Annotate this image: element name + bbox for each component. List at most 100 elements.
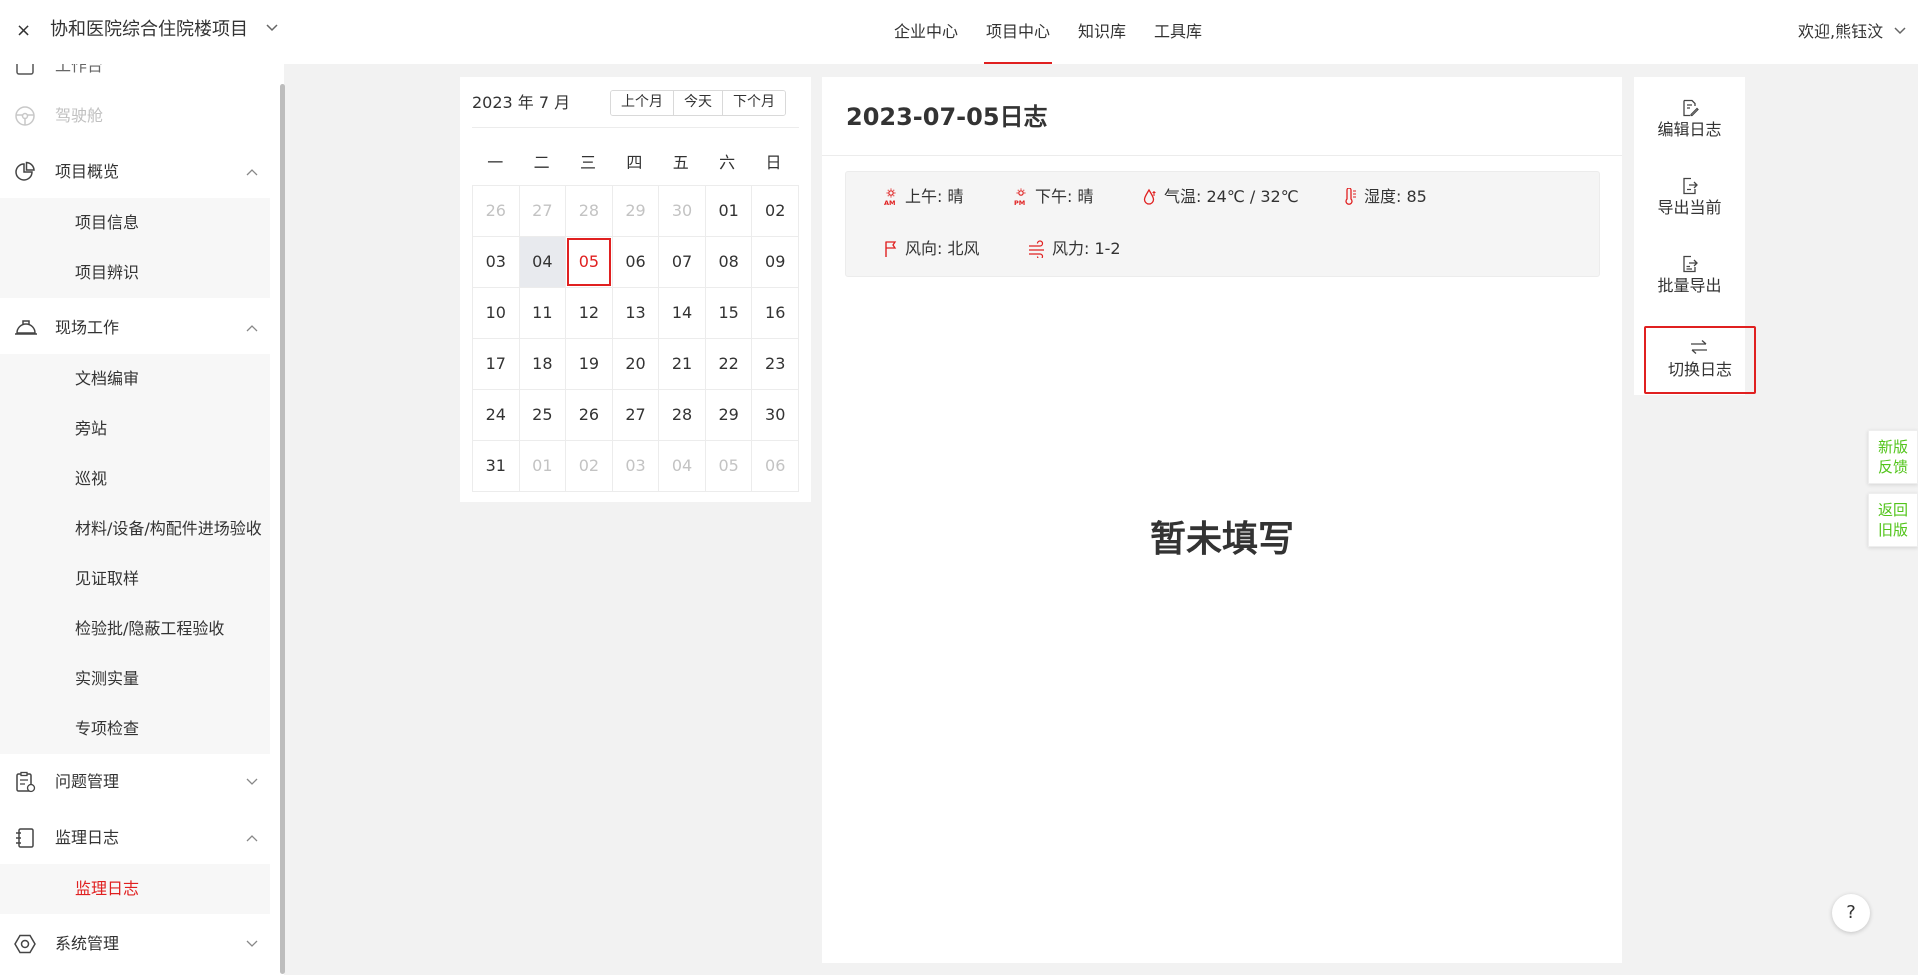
calendar-day[interactable]: 03 — [612, 441, 660, 492]
calendar-day[interactable]: 25 — [519, 390, 567, 441]
sidebar-group-system-management[interactable]: 系统管理 — [0, 918, 270, 970]
calendar-day-today[interactable]: 04 — [519, 237, 567, 288]
calendar-day[interactable]: 31 — [473, 441, 520, 492]
next-month-button[interactable]: 下个月 — [723, 91, 785, 115]
sidebar-group-issue-management[interactable]: 问题管理 — [0, 756, 270, 808]
calendar-day[interactable]: 10 — [473, 288, 520, 339]
sidebar-item-workbench[interactable]: 工作台 — [0, 64, 270, 76]
calendar-day[interactable]: 09 — [752, 237, 799, 288]
nav-enterprise-center[interactable]: 企业中心 — [894, 0, 958, 64]
calendar-nav-buttons: 上个月 今天 下个月 — [610, 90, 786, 116]
calendar-day[interactable]: 04 — [659, 441, 706, 492]
svg-text:AM: AM — [884, 199, 896, 206]
sidebar-item-patrol[interactable]: 巡视 — [0, 454, 270, 504]
chevron-up-icon — [246, 168, 258, 176]
user-welcome[interactable]: 欢迎,熊钰汶 — [1798, 20, 1883, 44]
sidebar-item-inspection-lot[interactable]: 检验批/隐蔽工程验收 — [0, 604, 270, 654]
calendar-day[interactable]: 05 — [705, 441, 753, 492]
sidebar-group-label: 现场工作 — [55, 318, 120, 337]
notebook-icon — [14, 827, 36, 849]
sidebar-item-project-info[interactable]: 项目信息 — [0, 198, 270, 248]
calendar-day[interactable]: 30 — [752, 390, 799, 441]
calendar-day[interactable]: 06 — [612, 237, 660, 288]
calendar-day[interactable]: 26 — [566, 390, 613, 441]
new-version-feedback-button[interactable]: 新版 反馈 — [1868, 430, 1918, 484]
calendar-day[interactable]: 14 — [659, 288, 706, 339]
calendar-day[interactable]: 11 — [519, 288, 567, 339]
calendar-day[interactable]: 28 — [566, 186, 613, 237]
sidebar-item-side-station[interactable]: 旁站 — [0, 404, 270, 454]
export-current-button[interactable]: 导出当前 — [1642, 165, 1737, 235]
sidebar-group-site-work[interactable]: 现场工作 — [0, 302, 270, 354]
calendar-day[interactable]: 03 — [473, 237, 520, 288]
calendar-day[interactable]: 12 — [566, 288, 613, 339]
calendar-day[interactable]: 27 — [612, 390, 660, 441]
batch-export-icon — [1681, 255, 1699, 273]
nav-tool-library[interactable]: 工具库 — [1154, 0, 1202, 64]
calendar-day[interactable]: 30 — [659, 186, 706, 237]
return-old-version-button[interactable]: 返回 旧版 — [1868, 493, 1918, 547]
calendar-day[interactable]: 08 — [705, 237, 753, 288]
edit-icon — [1681, 99, 1699, 117]
sidebar-item-material-acceptance[interactable]: 材料/设备/构配件进场验收 — [0, 504, 270, 554]
calendar-day[interactable]: 06 — [752, 441, 799, 492]
top-header: × 协和医院综合住院楼项目 企业中心 项目中心 知识库 工具库 欢迎,熊钰汶 — [0, 0, 1918, 64]
calendar-day[interactable]: 21 — [659, 339, 706, 390]
chevron-down-icon[interactable] — [266, 24, 278, 32]
sidebar-group-project-overview[interactable]: 项目概览 — [0, 146, 270, 198]
calendar-day[interactable]: 26 — [473, 186, 520, 237]
weekday-label: 日 — [765, 153, 782, 172]
weather-box: AM 上午: 晴 PM 下午: 晴 气温: 24℃ / 32℃ 湿度: 85 风… — [845, 171, 1600, 277]
calendar-day[interactable]: 01 — [519, 441, 567, 492]
batch-export-button[interactable]: 批量导出 — [1642, 243, 1737, 313]
today-button[interactable]: 今天 — [674, 91, 723, 115]
calendar-day[interactable]: 02 — [566, 441, 613, 492]
calendar-day[interactable]: 24 — [473, 390, 520, 441]
calendar-day[interactable]: 29 — [612, 186, 660, 237]
calendar-day[interactable]: 27 — [519, 186, 567, 237]
gear-icon — [14, 933, 36, 955]
sidebar-item-special-inspection[interactable]: 专项检查 — [0, 704, 270, 754]
sidebar-item-supervision-log[interactable]: 监理日志 — [0, 864, 270, 914]
calendar-day-selected[interactable]: 05 — [566, 237, 613, 288]
nav-knowledge-base[interactable]: 知识库 — [1078, 0, 1126, 64]
sidebar-item-actual-measurement[interactable]: 实测实量 — [0, 654, 270, 704]
close-icon[interactable]: × — [16, 20, 34, 42]
calendar-day[interactable]: 29 — [705, 390, 753, 441]
calendar-day[interactable]: 02 — [752, 186, 799, 237]
sidebar-group-supervision-log[interactable]: 监理日志 — [0, 812, 270, 864]
calendar-day[interactable]: 18 — [519, 339, 567, 390]
sun-am-icon: AM — [883, 188, 899, 206]
help-button[interactable]: ? — [1832, 894, 1870, 932]
chevron-down-icon[interactable] — [1894, 27, 1906, 35]
sidebar-item-witness-sampling[interactable]: 见证取样 — [0, 554, 270, 604]
sidebar-item-project-identification[interactable]: 项目辨识 — [0, 248, 270, 298]
calendar-day[interactable]: 20 — [612, 339, 660, 390]
calendar-day[interactable]: 07 — [659, 237, 706, 288]
prev-month-button[interactable]: 上个月 — [611, 91, 674, 115]
calendar-day[interactable]: 15 — [705, 288, 753, 339]
empty-log-text: 暂未填写 — [1149, 519, 1294, 560]
sidebar-item-document-review[interactable]: 文档编审 — [0, 354, 270, 404]
calendar-day[interactable]: 19 — [566, 339, 613, 390]
sidebar-item-cockpit[interactable]: 驾驶舱 — [0, 90, 270, 142]
calendar-day[interactable]: 23 — [752, 339, 799, 390]
calendar-day[interactable]: 17 — [473, 339, 520, 390]
calendar-weekday-header: 一二三四五六日 — [472, 149, 797, 173]
calendar-day[interactable]: 28 — [659, 390, 706, 441]
weather-pm: PM 下午: 晴 — [1013, 186, 1093, 208]
pie-chart-icon — [14, 161, 36, 183]
sidebar-item-label: 驾驶舱 — [55, 106, 104, 125]
calendar-day[interactable]: 01 — [705, 186, 753, 237]
calendar-day[interactable]: 22 — [705, 339, 753, 390]
weather-pm-text: 下午: 晴 — [1035, 187, 1094, 206]
weather-temperature: 气温: 24℃ / 32℃ — [1142, 186, 1299, 208]
switch-log-button[interactable]: 切换日志 — [1644, 326, 1756, 394]
nav-project-center[interactable]: 项目中心 — [984, 0, 1053, 64]
calendar-day[interactable]: 16 — [752, 288, 799, 339]
edit-log-button[interactable]: 编辑日志 — [1642, 87, 1737, 157]
project-selector-title[interactable]: 协和医院综合住院楼项目 — [50, 17, 248, 43]
sidebar-scrollbar[interactable] — [280, 84, 285, 974]
sidebar-group-label: 系统管理 — [55, 934, 120, 953]
calendar-day[interactable]: 13 — [612, 288, 660, 339]
